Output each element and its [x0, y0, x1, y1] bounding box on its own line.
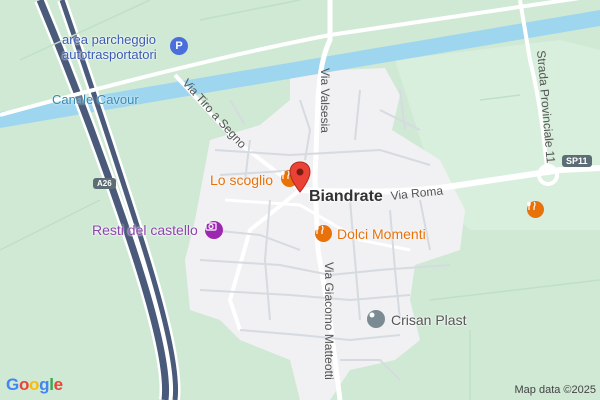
parking-icon[interactable]: P	[170, 37, 188, 55]
poi-crisan-plast-label[interactable]: Crisan Plast	[391, 312, 466, 328]
sp11-shield: SP11	[562, 155, 592, 167]
camera-icon[interactable]	[205, 221, 223, 239]
google-logo: Google	[6, 375, 63, 394]
parking-label-line1: area parcheggio	[62, 32, 156, 47]
map-canvas[interactable]: Canale Cavour area parcheggio autotraspo…	[0, 0, 600, 400]
restaurant-icon[interactable]	[315, 225, 332, 242]
location-pin-icon[interactable]	[289, 161, 311, 193]
restaurant-icon[interactable]	[527, 201, 544, 218]
map-attribution[interactable]: Map data ©2025	[515, 384, 597, 396]
road-label-via-giacomo-matteotti: Via Giacomo Matteotti	[322, 262, 336, 380]
pin-icon[interactable]	[367, 310, 385, 328]
canal-label: Canale Cavour	[52, 92, 139, 107]
poi-lo-scoglio-label[interactable]: Lo scoglio	[210, 172, 273, 188]
town-label: Biandrate	[309, 188, 383, 205]
road-label-via-valsesia: Via Valsesia	[318, 68, 332, 133]
poi-resti-del-castello-label[interactable]: Resti del castello	[92, 222, 198, 238]
poi-dolci-momenti-label[interactable]: Dolci Momenti	[337, 226, 426, 242]
parking-label: area parcheggio autotrasportatori	[62, 32, 157, 62]
a26-shield: A26	[93, 178, 116, 189]
parking-label-line2: autotrasportatori	[62, 47, 157, 62]
